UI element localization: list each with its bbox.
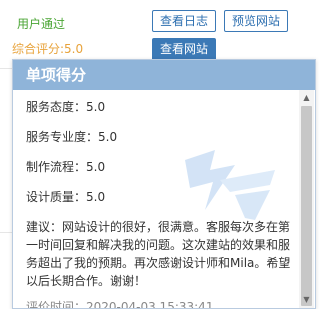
triangle-down-icon[interactable]: ▼ xyxy=(299,294,314,306)
approval-status: 用户通过 xyxy=(17,17,66,31)
score-workflow: 制作流程：5.0 xyxy=(26,160,106,174)
review-comment: 建议：网站设计的很好，很满意。客服每次多在第一时间回复和解决我的问题。这次建站的… xyxy=(26,220,291,288)
triangle-up-icon[interactable]: ▲ xyxy=(299,92,314,104)
score-service-attitude: 服务态度：5.0 xyxy=(26,100,106,114)
scroll-thumb[interactable] xyxy=(301,106,312,306)
popup-scrollbar[interactable]: ▲ ▼ xyxy=(299,90,314,308)
view-log-button[interactable]: 查看日志 xyxy=(152,10,217,32)
review-panel: 用户通过 综合评分:5.0 查看日志 预览网站 查看网站 单项得分 服务态度：5… xyxy=(0,0,324,309)
preview-site-button[interactable]: 预览网站 xyxy=(224,10,289,32)
evaluation-time: 评价时间：2020-04-03 15:33:41 xyxy=(26,300,214,308)
divider xyxy=(0,68,12,69)
popup-title: 单项得分 xyxy=(13,60,315,90)
popup-body[interactable]: 服务态度：5.0 服务专业度：5.0 制作流程：5.0 设计质量：5.0 建议：… xyxy=(13,90,297,308)
score-professionalism: 服务专业度：5.0 xyxy=(26,130,118,144)
score-design-quality: 设计质量：5.0 xyxy=(26,190,106,204)
score-popup: 单项得分 服务态度：5.0 服务专业度：5.0 制作流程：5.0 设计质量：5.… xyxy=(12,59,316,309)
overall-score: 综合评分:5.0 xyxy=(12,42,84,56)
view-site-button[interactable]: 查看网站 xyxy=(152,38,217,60)
divider xyxy=(0,232,12,233)
